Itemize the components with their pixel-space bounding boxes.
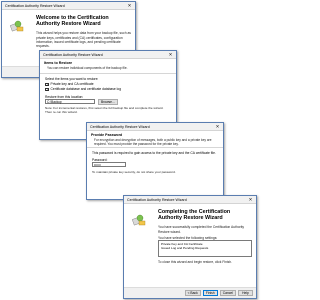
- back-button[interactable]: < Back: [184, 290, 201, 296]
- list-item: Issued Log and Pending Requests: [161, 246, 209, 251]
- wizard-splash: [2, 10, 32, 66]
- private-key-checkbox-label: Private key and CA certificate: [50, 82, 94, 87]
- settings-listbox[interactable]: Private Key and CA Certificate Issued Lo…: [158, 240, 252, 258]
- provide-password-window: Certification Authority Restore Wizard ✕…: [86, 122, 224, 200]
- location-input[interactable]: C:\Backup: [45, 99, 95, 105]
- certificate-wizard-icon: [131, 214, 146, 226]
- title-bar: Certification Authority Restore Wizard ✕: [87, 123, 223, 131]
- private-key-checkbox[interactable]: ✓: [45, 82, 49, 87]
- help-button[interactable]: Help: [238, 290, 253, 296]
- wizard-splash: [124, 204, 154, 287]
- page-subtitle: For encryption and decryption of message…: [94, 137, 212, 146]
- database-checkbox-label: Certificate database and certificate dat…: [50, 87, 122, 92]
- title-bar: Certification Authority Restore Wizard ✕: [124, 196, 256, 204]
- complete-text: You have successfully completed the Cert…: [158, 225, 245, 234]
- close-icon[interactable]: ✕: [215, 124, 220, 129]
- welcome-text: This wizard helps you restore data from …: [36, 31, 131, 49]
- welcome-heading: Welcome to the Certification Authority R…: [36, 15, 109, 28]
- page-subtitle: You can restore individual components of…: [47, 65, 128, 70]
- password-warning: To maintain private key security, do not…: [92, 170, 176, 175]
- window-title: Certification Authority Restore Wizard: [90, 124, 150, 129]
- cancel-button[interactable]: Cancel: [219, 290, 236, 296]
- password-body: This password is required to gain access…: [87, 148, 223, 178]
- items-body: Select the items you want to restore: ✓ …: [40, 74, 176, 118]
- incremental-note: Note: For incremental restores, first se…: [45, 105, 164, 114]
- title-bar: Certification Authority Restore Wizard ✕: [2, 2, 135, 10]
- complete-heading: Completing the Certification Authority R…: [158, 209, 231, 222]
- wizard-footer: < Back Finish Cancel Help: [124, 287, 256, 298]
- private-key-checkbox-row[interactable]: ✓ Private key and CA certificate: [45, 82, 171, 86]
- window-title: Certification Authority Restore Wizard: [127, 197, 187, 202]
- close-icon[interactable]: ✕: [168, 52, 173, 57]
- window-title: Certification Authority Restore Wizard: [43, 52, 103, 57]
- items-intro: Select the items you want to restore:: [45, 77, 99, 81]
- title-bar: Certification Authority Restore Wizard ✕: [40, 51, 176, 59]
- location-row: C:\Backup Browse...: [45, 98, 171, 105]
- database-checkbox-row[interactable]: ✓ Certificate database and certificate d…: [45, 87, 171, 91]
- certificate-wizard-icon: [9, 20, 24, 32]
- complete-body: Completing the Certification Authority R…: [154, 204, 256, 287]
- close-hint: To close this wizard and begin restore, …: [158, 260, 233, 265]
- browse-button[interactable]: Browse...: [98, 98, 118, 105]
- password-input[interactable]: ••••••: [92, 162, 126, 168]
- page-header: Items to Restore You can restore individ…: [40, 59, 176, 74]
- completing-wizard-window: Certification Authority Restore Wizard ✕…: [123, 195, 257, 299]
- database-checkbox[interactable]: ✓: [45, 87, 49, 92]
- password-description: This password is required to gain access…: [92, 151, 216, 155]
- finish-button[interactable]: Finish: [202, 290, 218, 296]
- close-icon[interactable]: ✕: [127, 3, 132, 8]
- window-title: Certification Authority Restore Wizard: [5, 3, 65, 8]
- close-icon[interactable]: ✕: [248, 197, 253, 202]
- page-header: Provide Password For encryption and decr…: [87, 131, 223, 148]
